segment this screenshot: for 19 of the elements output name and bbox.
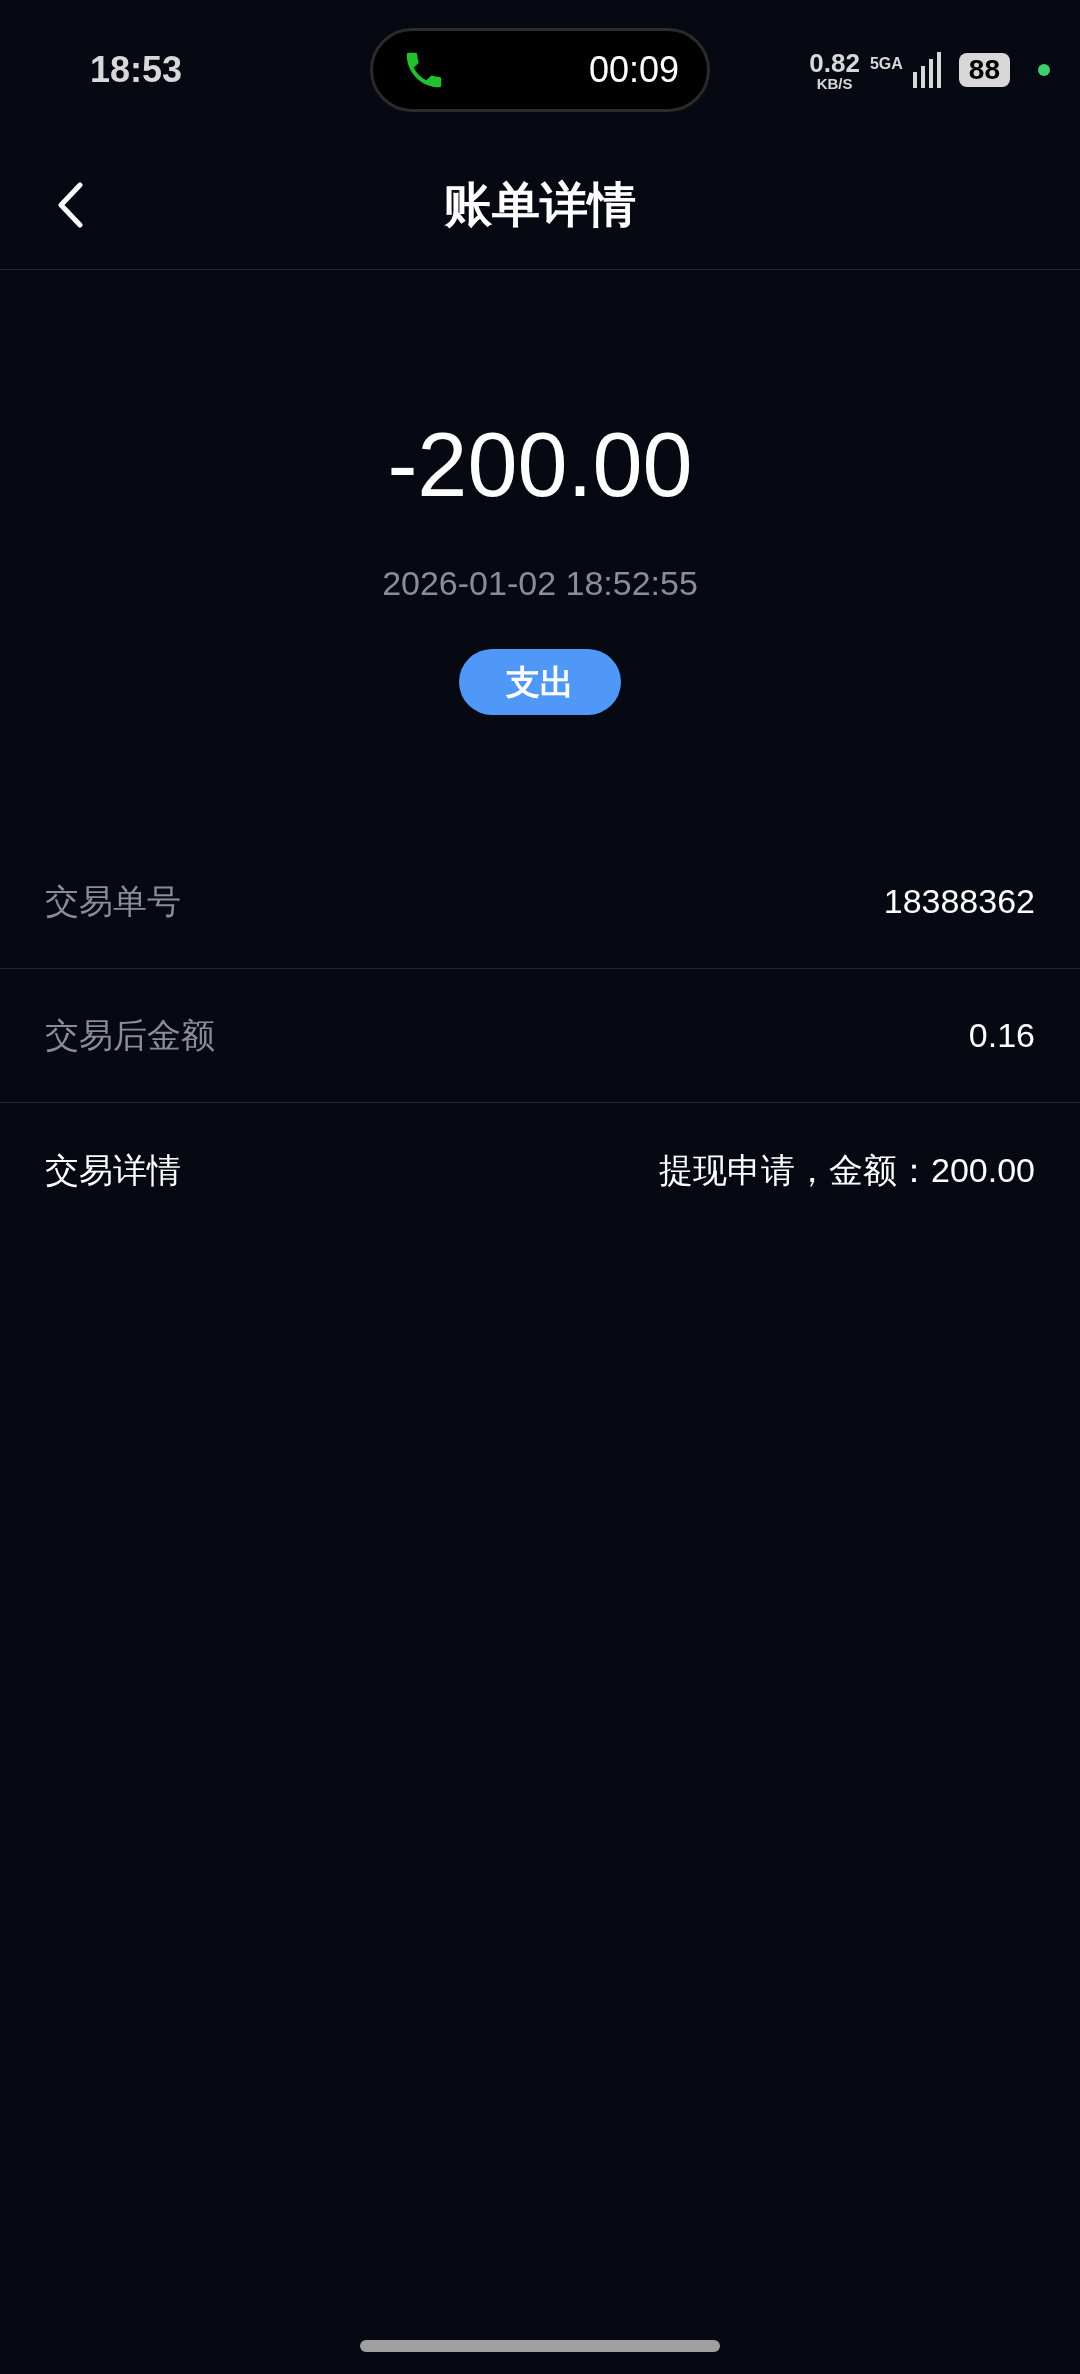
type-badge: 支出 [459, 649, 621, 715]
back-icon [57, 182, 83, 228]
row-value: 0.16 [968, 1015, 1035, 1056]
page-title: 账单详情 [444, 176, 636, 233]
net-speed-unit: KB/S [816, 75, 853, 91]
status-time: 18:53 [90, 48, 183, 92]
transaction-datetime: 2026-01-02 18:52:55 [382, 563, 698, 604]
call-timer: 00:09 [588, 48, 679, 92]
network-type: 5GA [869, 53, 903, 74]
amount: -200.00 [387, 420, 693, 510]
signal-icon [912, 52, 941, 88]
row-label: 交易单号 [45, 881, 181, 922]
row-label: 交易详情 [45, 1149, 181, 1191]
net-speed: 0.82 [809, 49, 860, 76]
row-value: 提现申请，金额：200.00 [659, 1149, 1035, 1191]
row-label: 交易后金额 [45, 1015, 215, 1056]
battery-indicator: 88 [958, 53, 1010, 87]
call-pill[interactable]: 00:09 [370, 28, 710, 112]
row-value: 18388362 [883, 881, 1035, 922]
